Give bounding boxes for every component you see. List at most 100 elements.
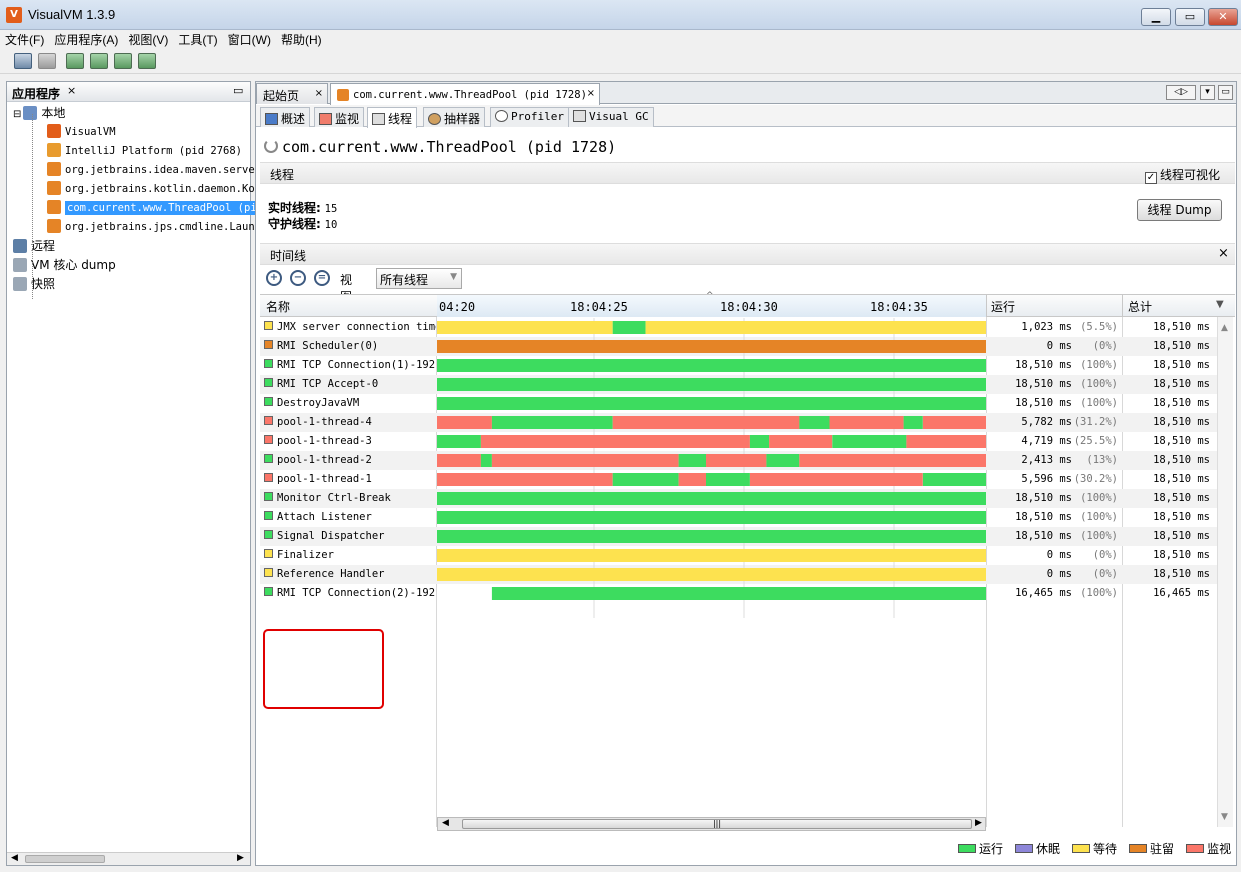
tree-item[interactable]: com.current.www.ThreadPool (pid	[47, 199, 265, 218]
timeline-close-icon[interactable]: ×	[1218, 246, 1229, 261]
tab-overview[interactable]: 概述	[260, 107, 311, 127]
menu-view[interactable]: 视图(V)	[123, 30, 173, 48]
horizontal-scrollbar[interactable]: ◀ ▶	[7, 852, 250, 865]
menu-application[interactable]: 应用程序(A)	[49, 30, 123, 48]
applications-panel-title: 应用程序	[12, 87, 61, 101]
maximize-window-icon[interactable]: ▭	[1218, 85, 1233, 100]
maximize-button[interactable]: ▭	[1175, 8, 1205, 26]
load-snapshot-icon[interactable]	[14, 53, 32, 69]
visualvm-app-icon: V	[6, 7, 22, 23]
run-percent-value: (100%)	[1080, 511, 1118, 523]
thread-state-segment	[437, 321, 613, 334]
run-time-value: 18,510 ms	[1015, 359, 1072, 371]
tree-item[interactable]: 远程	[13, 237, 55, 256]
scroll-up-icon[interactable]: ▲	[1221, 323, 1228, 333]
add-jmx-connection-icon[interactable]	[66, 53, 84, 69]
view-select[interactable]: 所有线程 ▼	[376, 268, 462, 289]
visualvm-window: V VisualVM 1.3.9 ▁ ▭ ✕ 文件(F) 应用程序(A) 视图(V)…	[0, 0, 1241, 872]
add-snapshot-icon[interactable]	[138, 53, 156, 69]
col-run-header[interactable]: 运行	[991, 298, 1015, 315]
scrollbar-thumb[interactable]	[25, 855, 105, 863]
close-button[interactable]: ✕	[1208, 8, 1238, 26]
tab-profiler[interactable]: Profiler	[490, 107, 569, 127]
fit-zoom-icon[interactable]: =	[314, 270, 330, 286]
timeline-scrollbar[interactable]: ◀ ||| ▶	[437, 817, 986, 831]
minimize-button[interactable]: ▁	[1141, 8, 1171, 26]
tab-close-icon[interactable]: ×	[587, 88, 595, 99]
thread-state-segment	[706, 454, 767, 467]
tree-item[interactable]: org.jetbrains.jps.cmdline.Launc	[47, 218, 261, 237]
total-time-value: 18,510 ms	[1153, 473, 1210, 485]
tab-threadpool[interactable]: com.current.www.ThreadPool (pid 1728) ×	[330, 83, 600, 105]
total-time-value: 16,465 ms	[1153, 587, 1210, 599]
thread-name-cell: Signal Dispatcher	[260, 527, 436, 546]
thread-state-segment	[437, 492, 986, 505]
legend-label: 等待	[1093, 842, 1118, 856]
zoom-out-icon[interactable]: −	[290, 270, 306, 286]
tab-monitor[interactable]: 监视	[314, 107, 365, 127]
vertical-scrollbar[interactable]: ▲ ▼	[1217, 317, 1233, 827]
thread-state-segment	[480, 454, 492, 467]
tree-item-label: org.jetbrains.jps.cmdline.Launc	[65, 221, 261, 233]
tab-threads[interactable]: 线程	[367, 107, 418, 128]
tab-visual-gc[interactable]: Visual GC	[568, 107, 654, 127]
legend-item: 监视	[1186, 840, 1231, 857]
thread-state-segment	[491, 454, 679, 467]
time-tick: 18:04:25	[570, 300, 628, 314]
tree-item[interactable]: VM 核心 dump	[13, 256, 116, 275]
add-remote-host-icon[interactable]	[90, 53, 108, 69]
scroll-down-icon[interactable]: ▼	[1221, 812, 1228, 822]
tab-sampler[interactable]: 抽样器	[423, 107, 486, 127]
total-time-value: 18,510 ms	[1153, 549, 1210, 561]
column-menu-icon[interactable]: ▼	[1216, 299, 1224, 310]
legend-label: 休眠	[1036, 842, 1061, 856]
col-total-header[interactable]: 总计	[1128, 298, 1152, 315]
remote-icon	[13, 239, 27, 253]
menu-window[interactable]: 窗口(W)	[223, 30, 276, 48]
thread-state-icon	[264, 568, 273, 577]
tree-item[interactable]: org.jetbrains.idea.maven.server	[47, 161, 261, 180]
menu-help[interactable]: 帮助(H)	[276, 30, 327, 48]
col-name-header[interactable]: 名称	[266, 298, 290, 315]
tree-item[interactable]: ⊟ 本地	[13, 104, 65, 123]
visualize-threads-checkbox[interactable]: ✓ 线程可视化	[1145, 166, 1220, 184]
run-time-value: 18,510 ms	[1015, 530, 1072, 542]
run-time-cell: 18,510 ms (100%)	[986, 508, 1122, 527]
thread-state-segment	[832, 435, 907, 448]
checkbox-checked-icon[interactable]: ✓	[1145, 172, 1157, 184]
tree-item[interactable]: org.jetbrains.kotlin.daemon.Kot	[47, 180, 261, 199]
tree-item[interactable]: VisualVM	[47, 123, 116, 142]
table-header: 名称 04:20 18:04:25 18:04:30 18:04:35 ^ 运行…	[260, 291, 1235, 317]
tree-item[interactable]: 快照	[13, 275, 55, 294]
total-time-value: 18,510 ms	[1153, 530, 1210, 542]
tree-expander-icon[interactable]: ⊟	[13, 109, 21, 120]
tab-list-dropdown[interactable]: ▾	[1200, 85, 1215, 100]
thread-state-segment	[437, 454, 481, 467]
thread-name: Reference Handler	[277, 568, 385, 580]
add-vm-coredump-icon[interactable]	[114, 53, 132, 69]
menu-file[interactable]: 文件(F)	[0, 30, 49, 48]
run-time-cell: 5,596 ms (30.2%)	[986, 470, 1122, 489]
thread-state-segment	[491, 587, 986, 600]
sampler-icon	[428, 113, 441, 125]
thread-dump-button[interactable]: 线程 Dump	[1137, 199, 1222, 221]
total-time-value: 18,510 ms	[1153, 359, 1210, 371]
run-time-cell: 0 ms (0%)	[986, 565, 1122, 584]
main-panel: 起始页 × com.current.www.ThreadPool (pid 17…	[255, 81, 1237, 866]
thread-state-segment	[437, 340, 986, 353]
menu-tools[interactable]: 工具(T)	[173, 30, 222, 48]
save-icon	[38, 53, 56, 69]
tab-scroll-arrows[interactable]: ◁▷	[1166, 85, 1196, 100]
computer-icon	[23, 106, 38, 120]
thread-name-cell: Attach Listener	[260, 508, 436, 527]
run-time-cell: 4,719 ms (25.5%)	[986, 432, 1122, 451]
tab-close-icon[interactable]: ×	[315, 88, 323, 99]
panel-minimize-icon[interactable]: ▭	[233, 84, 243, 97]
tree-item[interactable]: IntelliJ Platform (pid 2768)	[47, 142, 242, 161]
scrollbar-thumb[interactable]: |||	[462, 819, 972, 829]
panel-close-icon[interactable]: ×	[67, 84, 76, 97]
zoom-in-icon[interactable]: +	[266, 270, 282, 286]
tab-start-page[interactable]: 起始页 ×	[256, 83, 328, 104]
thread-name-cell: Monitor Ctrl-Break	[260, 489, 436, 508]
thread-name-cell: RMI TCP Accept-0	[260, 375, 436, 394]
